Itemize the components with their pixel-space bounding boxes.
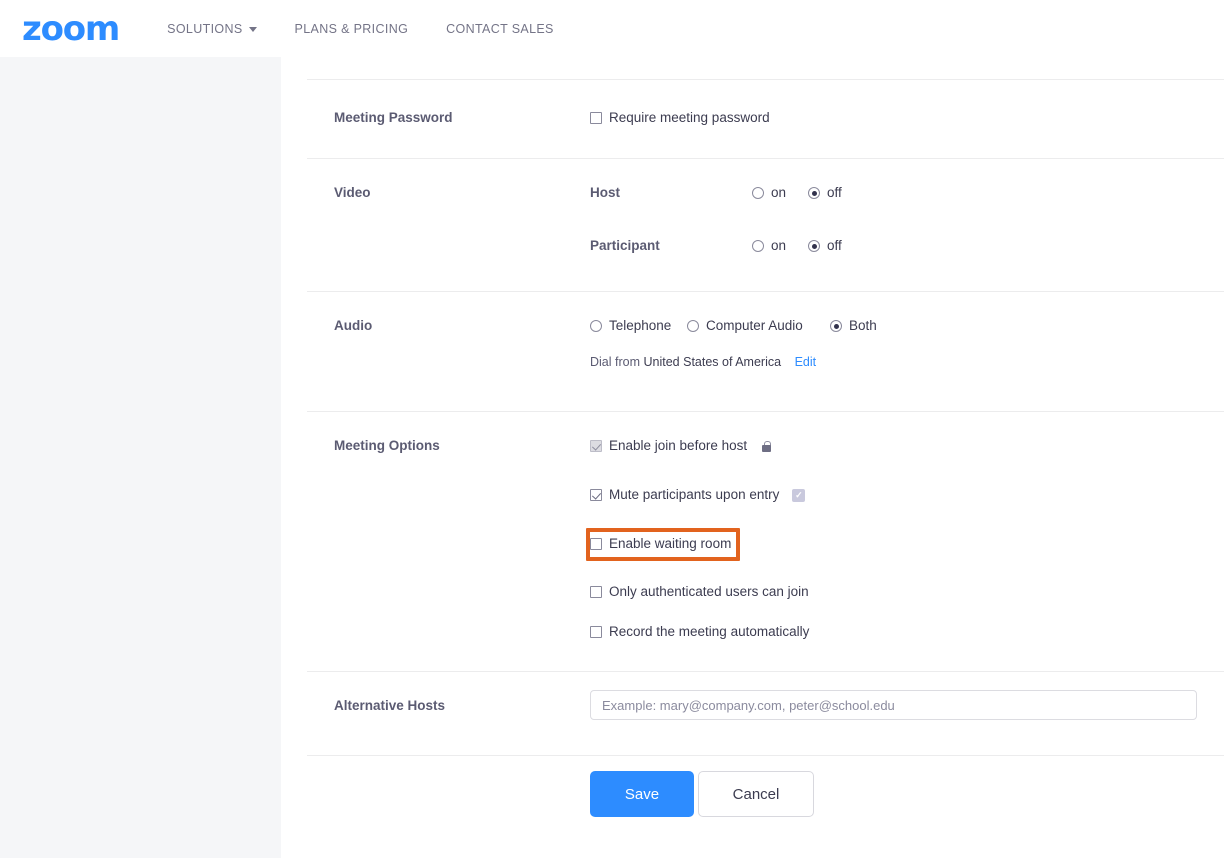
divider — [307, 671, 1224, 672]
meeting-option-only-authenticated-users: Only authenticated users can join — [590, 583, 809, 603]
checkbox-icon[interactable] — [590, 538, 602, 550]
checkbox-label: Only authenticated users can join — [609, 583, 809, 601]
sidebar-rail — [0, 57, 281, 858]
cancel-button[interactable]: Cancel — [698, 771, 814, 817]
checkbox-mute-participants-upon-entry[interactable]: Mute participants upon entry ✓ — [590, 486, 805, 504]
save-button[interactable]: Save — [590, 771, 694, 817]
radio-audio-computer-audio[interactable]: Computer Audio — [687, 317, 803, 335]
checkbox-icon[interactable] — [590, 586, 602, 598]
meeting-password-field: Require meeting password — [590, 109, 770, 129]
zoom-logo-text: zoom — [22, 12, 119, 46]
settings-content: Meeting ID Generate Automatically Person… — [281, 0, 1224, 858]
dial-prefix: Dial from — [590, 355, 640, 369]
divider — [307, 158, 1224, 159]
nav-item-contact-sales[interactable]: CONTACT SALES — [446, 22, 554, 36]
dial-country: United States of America — [644, 355, 782, 369]
divider — [307, 411, 1224, 412]
radio-video-participant-on[interactable]: on — [752, 237, 786, 255]
row-audio: Audio Telephone Computer Audio Both Dial — [281, 317, 1224, 411]
chevron-down-icon — [249, 27, 257, 32]
alternative-hosts-input[interactable] — [590, 690, 1197, 720]
zoom-logo[interactable]: zoom — [22, 12, 119, 46]
checkbox-icon — [590, 440, 602, 452]
radio-icon[interactable] — [752, 240, 764, 252]
row-meeting-options: Meeting Options Enable join before host … — [281, 437, 1224, 671]
checkbox-label: Enable join before host — [609, 437, 747, 455]
radio-audio-telephone[interactable]: Telephone — [590, 317, 671, 335]
checkbox-record-the-meeting-automatically[interactable]: Record the meeting automatically — [590, 623, 809, 641]
checkbox-label: Mute participants upon entry — [609, 486, 779, 504]
radio-audio-both[interactable]: Both — [830, 317, 877, 335]
radio-icon[interactable] — [687, 320, 699, 332]
checkbox-require-meeting-password[interactable]: Require meeting password — [590, 109, 770, 127]
form-actions: Save Cancel — [281, 771, 1224, 817]
meeting-option-enable-join-before-host: Enable join before host — [590, 437, 771, 457]
meeting-option-enable-waiting-room: Enable waiting room — [590, 535, 731, 555]
checkbox-icon[interactable] — [590, 489, 602, 501]
nav-item-label: SOLUTIONS — [167, 22, 242, 36]
row-video: Video Host on off Participant on — [281, 184, 1224, 291]
row-meeting-password: Meeting Password Require meeting passwor… — [281, 109, 1224, 158]
meeting-option-record-automatically: Record the meeting automatically — [590, 623, 809, 643]
badge-icon: ✓ — [792, 489, 805, 502]
divider — [307, 79, 1224, 80]
checkbox-icon[interactable] — [590, 112, 602, 124]
checkbox-icon[interactable] — [590, 626, 602, 638]
checkbox-label: Record the meeting automatically — [609, 623, 809, 641]
zoom-meeting-settings-page: Meeting ID Generate Automatically Person… — [0, 0, 1224, 858]
radio-icon[interactable] — [590, 320, 602, 332]
nav-item-label: CONTACT SALES — [446, 22, 554, 36]
lock-icon — [762, 441, 771, 452]
meeting-password-label: Meeting Password — [334, 109, 453, 127]
row-alternative-hosts: Alternative Hosts — [281, 697, 1224, 755]
checkbox-label: Require meeting password — [609, 109, 770, 127]
video-participant-sublabel: Participant — [590, 237, 660, 255]
checkbox-enable-join-before-host[interactable]: Enable join before host — [590, 437, 771, 455]
meeting-options-label: Meeting Options — [334, 437, 440, 455]
radio-video-host-off[interactable]: off — [808, 184, 842, 202]
edit-dial-country-link[interactable]: Edit — [795, 355, 817, 369]
video-host-sublabel: Host — [590, 184, 620, 202]
nav-links: SOLUTIONS PLANS & PRICING CONTACT SALES — [167, 22, 554, 36]
alternative-hosts-label: Alternative Hosts — [334, 697, 445, 715]
radio-icon[interactable] — [808, 240, 820, 252]
radio-video-participant-off[interactable]: off — [808, 237, 842, 255]
divider — [307, 291, 1224, 292]
audio-label: Audio — [334, 317, 372, 335]
nav-item-plans-and-pricing[interactable]: PLANS & PRICING — [295, 22, 409, 36]
radio-icon[interactable] — [830, 320, 842, 332]
video-label: Video — [334, 184, 371, 202]
nav-item-label: PLANS & PRICING — [295, 22, 409, 36]
checkbox-enable-waiting-room[interactable]: Enable waiting room — [590, 535, 731, 553]
meeting-option-mute-participants-upon-entry: Mute participants upon entry ✓ — [590, 486, 805, 506]
checkbox-only-authenticated-users-can-join[interactable]: Only authenticated users can join — [590, 583, 809, 601]
checkbox-label: Enable waiting room — [609, 535, 731, 553]
nav-item-solutions[interactable]: SOLUTIONS — [167, 22, 256, 36]
radio-icon[interactable] — [808, 187, 820, 199]
divider — [307, 755, 1224, 756]
radio-icon[interactable] — [752, 187, 764, 199]
top-navigation-bar: zoom SOLUTIONS PLANS & PRICING CONTACT S… — [0, 0, 1224, 57]
radio-video-host-on[interactable]: on — [752, 184, 786, 202]
